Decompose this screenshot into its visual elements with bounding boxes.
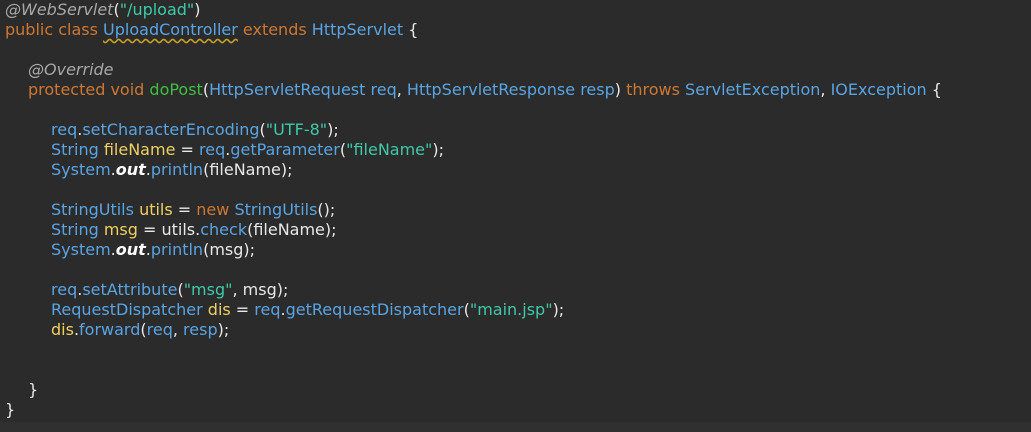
- type-token: StringUtils: [234, 200, 318, 219]
- code-line: String msg = utils.check(fileName);: [51, 220, 337, 240]
- type-token: RequestDispatcher: [51, 300, 203, 319]
- closing-brace: }: [28, 380, 39, 399]
- code-token: =: [137, 220, 162, 239]
- code-token: );: [324, 220, 337, 239]
- keyword-token: class: [58, 20, 98, 39]
- keyword-token: new: [196, 200, 230, 219]
- variable-token: req: [254, 300, 281, 319]
- type-token: String: [51, 220, 99, 239]
- code-line: req.setAttribute("msg", msg);: [51, 280, 288, 300]
- code-line: }: [5, 400, 15, 420]
- variable-token: fileName: [253, 220, 325, 239]
- annotation-token: @Override: [28, 60, 114, 79]
- variable-token: fileName: [209, 160, 281, 179]
- param-token: resp: [580, 80, 615, 99]
- type-token: System: [51, 160, 111, 179]
- variable-token: req: [51, 120, 78, 139]
- code-line: System.out.println(fileName);: [51, 160, 293, 180]
- local-variable-token: utils: [139, 200, 173, 219]
- type-token: HttpServletResponse: [406, 80, 576, 99]
- code-token: =: [175, 140, 199, 159]
- code-editor[interactable]: @WebServlet("/upload") public class Uplo…: [0, 0, 1031, 432]
- local-variable-token: dis: [51, 320, 74, 339]
- code-token: );: [280, 160, 293, 179]
- static-field-token: out: [115, 160, 146, 179]
- local-variable-token: fileName: [103, 140, 176, 159]
- closing-brace: }: [5, 400, 16, 419]
- string-literal: "msg": [183, 280, 233, 299]
- code-token: ();: [317, 200, 336, 219]
- code-line: public class UploadController extends Ht…: [5, 20, 418, 40]
- code-line: @Override: [28, 60, 114, 80]
- keyword-token: public: [5, 20, 54, 39]
- type-token: System: [51, 240, 111, 259]
- variable-token: resp: [183, 320, 218, 339]
- variable-token: req: [199, 140, 226, 159]
- string-literal: "main.jsp": [469, 300, 553, 319]
- static-field-token: out: [115, 240, 146, 259]
- method-call-token: println: [150, 240, 204, 259]
- method-call-token: forward: [79, 320, 141, 339]
- variable-token: msg: [209, 240, 244, 259]
- type-token: IOException: [830, 80, 927, 99]
- type-token: StringUtils: [51, 200, 134, 219]
- code-line: RequestDispatcher dis = req.getRequestDi…: [51, 300, 564, 320]
- code-token: =: [230, 300, 255, 319]
- method-call-token: getRequestDispatcher: [285, 300, 464, 319]
- variable-token: msg: [242, 280, 277, 299]
- method-call-token: setAttribute: [82, 280, 178, 299]
- variable-token: utils: [161, 220, 196, 239]
- code-token: );: [217, 320, 230, 339]
- type-token: ServletException: [685, 80, 821, 99]
- code-token: );: [432, 140, 445, 159]
- local-variable-token: msg: [103, 220, 138, 239]
- code-line: dis.forward(req, resp);: [51, 320, 229, 340]
- code-token: );: [552, 300, 565, 319]
- code-token: ,: [232, 280, 243, 299]
- method-call-token: getParameter: [230, 140, 340, 159]
- code-token: );: [243, 240, 256, 259]
- local-variable-token: dis: [207, 300, 231, 319]
- param-token: req: [370, 80, 397, 99]
- string-literal: "UTF-8": [265, 120, 328, 139]
- code-token: ,: [396, 80, 407, 99]
- code-token: {: [926, 80, 942, 99]
- editor-bottom-strip: [0, 422, 1031, 432]
- string-literal: "/upload": [119, 0, 195, 19]
- type-token: HttpServletRequest: [209, 80, 366, 99]
- class-name-token: UploadController: [103, 20, 238, 39]
- code-token: {: [403, 20, 419, 39]
- type-token: String: [51, 140, 99, 159]
- code-token: ): [194, 0, 201, 19]
- code-line: StringUtils utils = new StringUtils();: [51, 200, 335, 220]
- annotation-token: @WebServlet: [5, 0, 114, 19]
- method-call-token: check: [200, 220, 248, 239]
- string-literal: "fileName": [346, 140, 433, 159]
- variable-token: req: [51, 280, 78, 299]
- code-line: protected void doPost(HttpServletRequest…: [28, 80, 942, 100]
- keyword-token: throws: [626, 80, 680, 99]
- code-token: ,: [820, 80, 831, 99]
- code-line: System.out.println(msg);: [51, 240, 255, 260]
- code-token: );: [276, 280, 289, 299]
- code-line: req.setCharacterEncoding("UTF-8");: [51, 120, 339, 140]
- keyword-token: extends: [242, 20, 307, 39]
- method-call-token: println: [150, 160, 204, 179]
- variable-token: req: [146, 320, 173, 339]
- keyword-token: void: [110, 80, 145, 99]
- keyword-token: protected: [28, 80, 106, 99]
- code-line: @WebServlet("/upload"): [5, 0, 201, 20]
- code-token: =: [172, 200, 197, 219]
- method-call-token: setCharacterEncoding: [82, 120, 260, 139]
- code-token: ,: [172, 320, 184, 339]
- code-token: ): [614, 80, 627, 99]
- method-name-token: doPost: [149, 80, 203, 99]
- code-token: );: [327, 120, 339, 139]
- code-line: }: [28, 380, 38, 400]
- type-token: HttpServlet: [311, 20, 404, 39]
- code-line: String fileName = req.getParameter("file…: [51, 140, 444, 160]
